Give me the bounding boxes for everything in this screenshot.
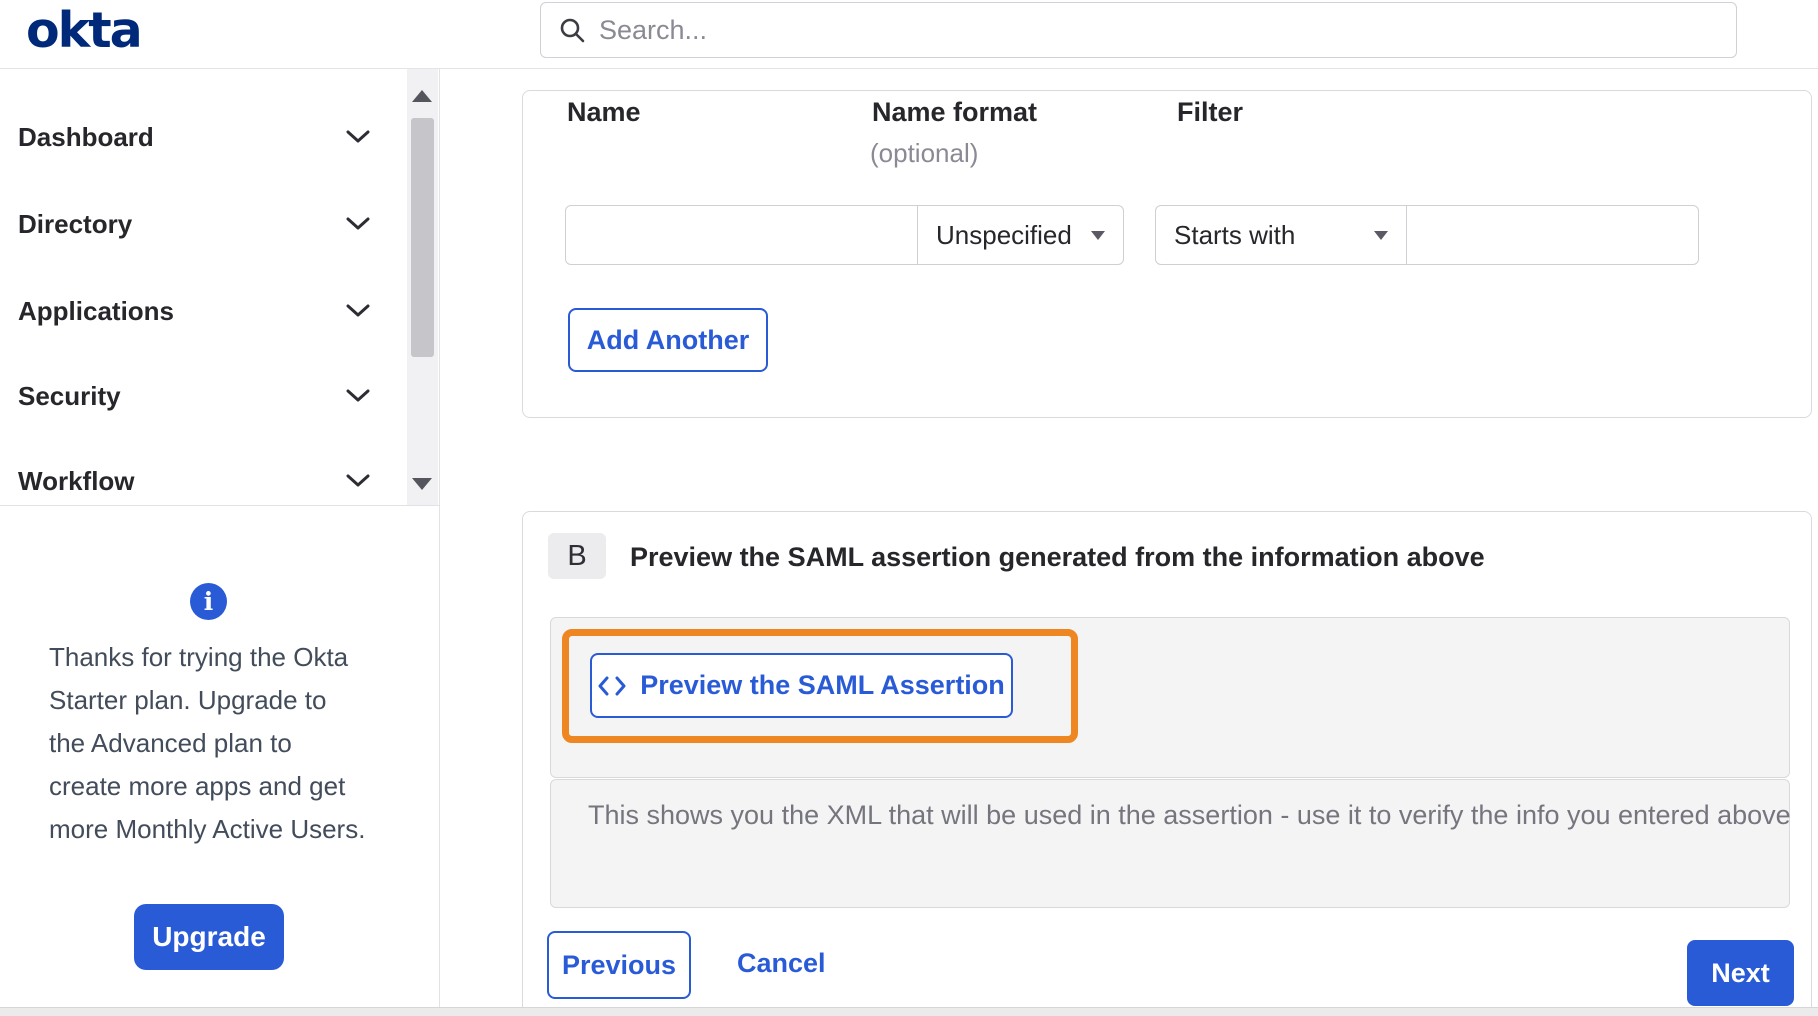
search-icon xyxy=(560,18,585,43)
sidebar-item-label: Workflow xyxy=(18,465,135,496)
scroll-down-icon[interactable] xyxy=(412,478,432,490)
sidebar-item-label: Dashboard xyxy=(18,121,154,152)
preview-helper-text: This shows you the XML that will be used… xyxy=(588,800,1791,830)
sidebar-item-directory[interactable]: Directory xyxy=(18,201,370,247)
preview-helper-box xyxy=(550,779,1790,908)
caret-down-icon xyxy=(1091,230,1105,240)
global-search[interactable] xyxy=(540,2,1737,58)
add-another-button[interactable]: Add Another xyxy=(568,308,768,372)
previous-button[interactable]: Previous xyxy=(547,931,691,999)
filter-type-select[interactable]: Starts with xyxy=(1155,205,1407,265)
section-b-badge: B xyxy=(548,533,606,579)
info-icon: i xyxy=(190,583,227,620)
cancel-button[interactable]: Cancel xyxy=(737,948,826,979)
upgrade-button[interactable]: Upgrade xyxy=(134,904,284,970)
name-format-optional-label: (optional) xyxy=(870,138,979,168)
okta-logo: okta xyxy=(26,2,143,59)
name-format-select[interactable]: Unspecified xyxy=(917,205,1124,265)
sidebar-item-applications[interactable]: Applications xyxy=(18,288,370,334)
sidebar-item-security[interactable]: Security xyxy=(18,373,370,419)
name-format-column-label: Name format xyxy=(872,97,1038,127)
next-button[interactable]: Next xyxy=(1687,940,1794,1006)
name-format-value: Unspecified xyxy=(936,219,1072,250)
section-b-title: Preview the SAML assertion generated fro… xyxy=(630,542,1485,572)
filter-value-input[interactable] xyxy=(1406,205,1699,265)
scroll-up-icon[interactable] xyxy=(412,90,432,102)
sidebar-item-label: Security xyxy=(18,380,121,411)
sidebar-item-label: Directory xyxy=(18,208,133,239)
sidebar-nav-divider xyxy=(0,505,440,506)
sidebar-item-dashboard[interactable]: Dashboard xyxy=(18,114,370,160)
okta-admin-screen: okta Dashboard Directory Applications Se… xyxy=(0,0,1818,1016)
sidebar-scrollbar-thumb[interactable] xyxy=(411,118,434,357)
bottom-scroll-strip[interactable] xyxy=(0,1007,1818,1016)
chevron-down-icon xyxy=(346,130,370,143)
chevron-down-icon xyxy=(346,217,370,230)
upsell-text: Thanks for trying the Okta Starter plan.… xyxy=(49,642,366,844)
chevron-down-icon xyxy=(346,389,370,402)
name-column-label: Name xyxy=(567,97,641,127)
chevron-down-icon xyxy=(346,474,370,487)
filter-column-label: Filter xyxy=(1177,97,1244,127)
search-input[interactable] xyxy=(599,14,1736,46)
caret-down-icon xyxy=(1374,230,1388,240)
highlight-annotation xyxy=(562,629,1078,743)
filter-type-value: Starts with xyxy=(1174,219,1296,250)
sidebar-item-label: Applications xyxy=(18,295,175,326)
chevron-down-icon xyxy=(346,304,370,317)
attribute-name-input[interactable] xyxy=(565,205,918,265)
sidebar-item-workflow[interactable]: Workflow xyxy=(18,458,370,504)
